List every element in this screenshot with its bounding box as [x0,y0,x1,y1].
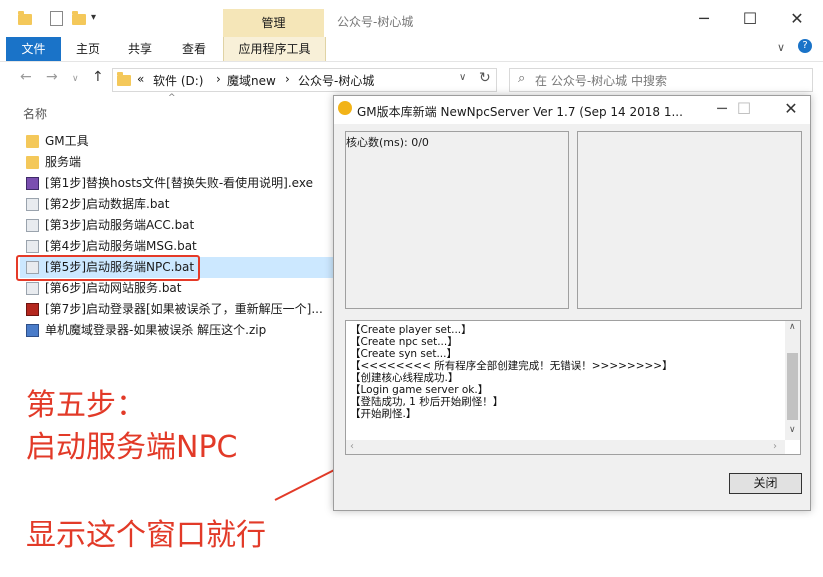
list-item-label: [第6步]启动网站服务.bat [45,281,182,295]
folder-icon [26,135,39,148]
scroll-right-icon[interactable]: › [773,441,777,452]
address-dropdown-icon[interactable]: ∨ [459,72,466,83]
core-info-pane: 核心数(ms): 0/0 [345,131,569,309]
scroll-left-icon[interactable]: ‹ [350,441,354,452]
path-seg-drive[interactable]: 软件 (D:) [153,72,203,89]
stats-pane [577,131,802,309]
path-seg-folder1[interactable]: 魔域new [227,72,276,89]
back-icon[interactable]: ← [20,69,32,85]
list-item-label: GM工具 [45,134,89,148]
list-item[interactable]: 服务端 [20,152,333,173]
game-icon [26,303,39,316]
highlight-annotation-box [16,255,200,281]
list-item-label: [第7步]启动登录器[如果被误杀了，重新解压一个]... [45,302,323,316]
up-icon[interactable]: ↑ [92,69,104,85]
new-folder-icon[interactable] [72,11,86,25]
list-item[interactable]: [第7步]启动登录器[如果被误杀了，重新解压一个]... [20,299,333,320]
list-item-label: [第2步]启动数据库.bat [45,197,170,211]
scroll-up-icon[interactable]: ∧ [789,322,796,332]
search-icon: ⌕ [518,71,526,86]
window-title: 公众号-树心城 [337,15,414,29]
path-seg-folder2[interactable]: 公众号-树心城 [298,72,374,89]
path-sep: › [216,72,221,86]
log-line: 【开始刷怪.】 [350,408,417,420]
list-item[interactable]: [第6步]启动网站服务.bat [20,278,333,299]
list-item-label: 服务端 [45,155,82,169]
refresh-icon[interactable]: ↻ [479,70,491,86]
scroll-thumb[interactable] [787,353,798,420]
forward-icon[interactable]: → [46,69,58,85]
zip-icon [26,324,39,337]
list-item[interactable]: 单机魔域登录器-如果被误杀 解压这个.zip [20,320,333,341]
list-item[interactable]: [第4步]启动服务端MSG.bat [20,236,333,257]
exe-icon [26,177,39,190]
list-item[interactable]: GM工具 [20,131,333,152]
address-bar[interactable]: « 软件 (D:) › 魔域new › 公众号-树心城 ∨ ↻ [112,68,497,92]
recent-dropdown-icon[interactable]: ∨ [72,74,79,84]
list-item-label: [第4步]启动服务端MSG.bat [45,239,197,253]
list-item-label: [第3步]启动服务端ACC.bat [45,218,195,232]
bat-icon [26,219,39,232]
tab-view[interactable]: 查看 [174,37,214,61]
dialog-close-icon[interactable]: ✕ [768,96,814,122]
context-tab-label[interactable]: 管理 [223,14,324,31]
annotation-step5: 第五步： [26,388,146,423]
log-horizontal-scrollbar[interactable] [346,440,785,454]
ribbon-expand-icon[interactable]: ∨ [777,41,785,54]
folder-icon [18,11,32,25]
annotation-start-npc: 启动服务端NPC [26,430,238,465]
tab-apptools[interactable]: 应用程序工具 [223,37,326,61]
search-placeholder: 在 公众号-树心城 中搜索 [535,74,667,88]
dialog-title: GM版本库新端 NewNpcServer Ver 1.7 (Sep 14 201… [357,105,683,119]
minimize-icon[interactable]: ─ [681,6,727,32]
path-sep: › [285,72,290,86]
log-output[interactable]: 【Create player set...】 【Create npc set..… [345,320,801,455]
annotation-show-window: 显示这个窗口就行 [26,518,266,553]
column-header-name[interactable]: 名称 [23,105,47,122]
app-icon [338,101,352,115]
tab-file[interactable]: 文件 [6,37,61,61]
core-count-label: 核心数(ms): 0/0 [346,136,429,149]
close-icon[interactable]: ✕ [774,6,820,32]
path-overflow[interactable]: « [137,72,144,86]
bat-icon [26,198,39,211]
tab-home[interactable]: 主页 [68,37,108,61]
list-item-label: 单机魔域登录器-如果被误杀 解压这个.zip [45,323,267,337]
scroll-down-icon[interactable]: ∨ [789,425,796,435]
bat-icon [26,240,39,253]
close-button[interactable]: 关闭 [729,473,802,494]
properties-icon[interactable] [50,11,63,26]
quick-access-dropdown-icon[interactable]: ▾ [91,12,96,23]
maximize-icon[interactable]: ☐ [727,6,773,32]
folder-icon [26,156,39,169]
list-item[interactable]: [第2步]启动数据库.bat [20,194,333,215]
help-icon[interactable]: ? [798,39,812,53]
list-item-label: [第1步]替换hosts文件[替换失败-看使用说明].exe [45,176,313,190]
dialog-maximize-icon[interactable]: ☐ [721,96,767,122]
sort-indicator-icon: ^ [168,93,176,103]
list-item[interactable]: [第3步]启动服务端ACC.bat [20,215,333,236]
tab-share[interactable]: 共享 [120,37,160,61]
bat-icon [26,282,39,295]
address-folder-icon [117,72,131,86]
list-item[interactable]: [第1步]替换hosts文件[替换失败-看使用说明].exe [20,173,333,194]
